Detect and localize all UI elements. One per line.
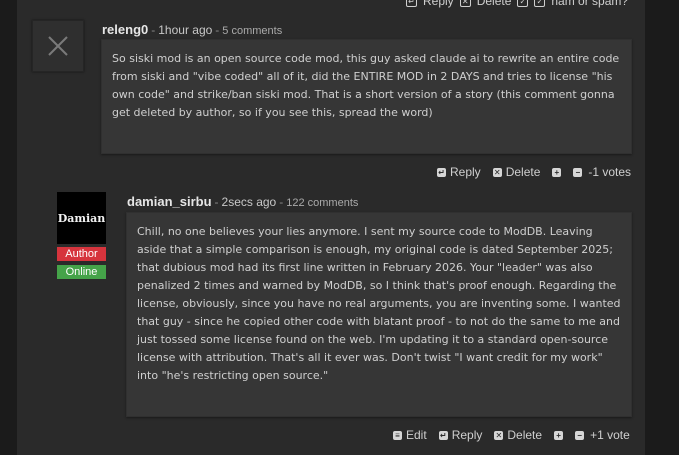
reply-icon: ↵: [438, 430, 448, 440]
comment-actions: ≡ Edit ↵ Reply ✕ Delete + − +1 vote: [393, 428, 630, 442]
minus-icon: −: [575, 430, 585, 440]
reply-action[interactable]: ↵ Reply: [437, 165, 481, 179]
comment-body: So siski mod is an open source code mod,…: [101, 39, 632, 154]
close-x-icon: [48, 36, 68, 56]
author-badge: Author: [57, 247, 106, 261]
prev-comment-actions: ↵ Reply ✕ Delete ✓ ✓ ham or spam?: [406, 0, 628, 8]
author-link[interactable]: damian_sirbu: [127, 194, 212, 209]
reply-icon: ↵: [406, 0, 417, 7]
reply-label: Reply: [451, 428, 483, 442]
user-comments-count[interactable]: 122 comments: [286, 197, 358, 209]
minus-icon: −: [573, 167, 583, 177]
edit-action[interactable]: ≡ Edit: [393, 428, 427, 442]
comment-time[interactable]: 1hour ago: [158, 23, 212, 37]
reply-icon: ↵: [437, 167, 446, 177]
author-link[interactable]: releng0: [102, 22, 148, 37]
delete-label: Delete: [507, 428, 543, 442]
edit-icon: ≡: [393, 430, 402, 440]
reply-action[interactable]: ↵ Reply: [438, 428, 483, 442]
delete-label: Delete: [505, 165, 541, 179]
prev-spam-link[interactable]: ham or spam?: [551, 0, 628, 8]
default-avatar[interactable]: [32, 20, 84, 72]
online-badge: Online: [57, 265, 106, 279]
page-gutter: [645, 0, 679, 455]
edit-label: Edit: [406, 428, 427, 442]
avatar-text: Damian: [57, 211, 106, 225]
upvote-button[interactable]: +: [552, 167, 562, 177]
comment-actions: ↵ Reply ✕ Delete + − -1 votes: [437, 165, 631, 179]
user-avatar[interactable]: Damian: [57, 192, 106, 244]
user-comments-count[interactable]: 5 comments: [222, 25, 282, 37]
delete-icon: ✕: [494, 430, 504, 440]
plus-icon: +: [554, 430, 564, 440]
delete-action[interactable]: ✕ Delete: [494, 428, 542, 442]
comment-header: damian_sirbu -2secs ago -122 comments: [127, 194, 359, 209]
downvote-button[interactable]: −: [573, 167, 583, 177]
spam-check-icon[interactable]: ✓: [534, 0, 546, 7]
delete-icon: ✕: [459, 0, 471, 7]
vote-count: -1 votes: [588, 165, 632, 179]
comment-text: Chill, no one believes your lies anymore…: [137, 225, 621, 382]
comment-time[interactable]: 2secs ago: [222, 195, 277, 209]
upvote-button[interactable]: +: [554, 430, 564, 440]
prev-delete-link[interactable]: Delete: [477, 0, 512, 8]
comment-text: So siski mod is an open source code mod,…: [112, 52, 620, 119]
vote-down-icon[interactable]: ✓: [517, 0, 529, 7]
delete-action[interactable]: ✕ Delete: [492, 165, 541, 179]
vote-count: +1 vote: [590, 428, 630, 442]
plus-icon: +: [552, 167, 562, 177]
comment-header: releng0-1hour ago -5 comments: [102, 22, 283, 37]
comment-body: Chill, no one believes your lies anymore…: [126, 212, 632, 417]
prev-reply-link[interactable]: Reply: [423, 0, 454, 8]
reply-label: Reply: [450, 165, 481, 179]
downvote-button[interactable]: −: [575, 430, 585, 440]
delete-icon: ✕: [492, 167, 502, 177]
